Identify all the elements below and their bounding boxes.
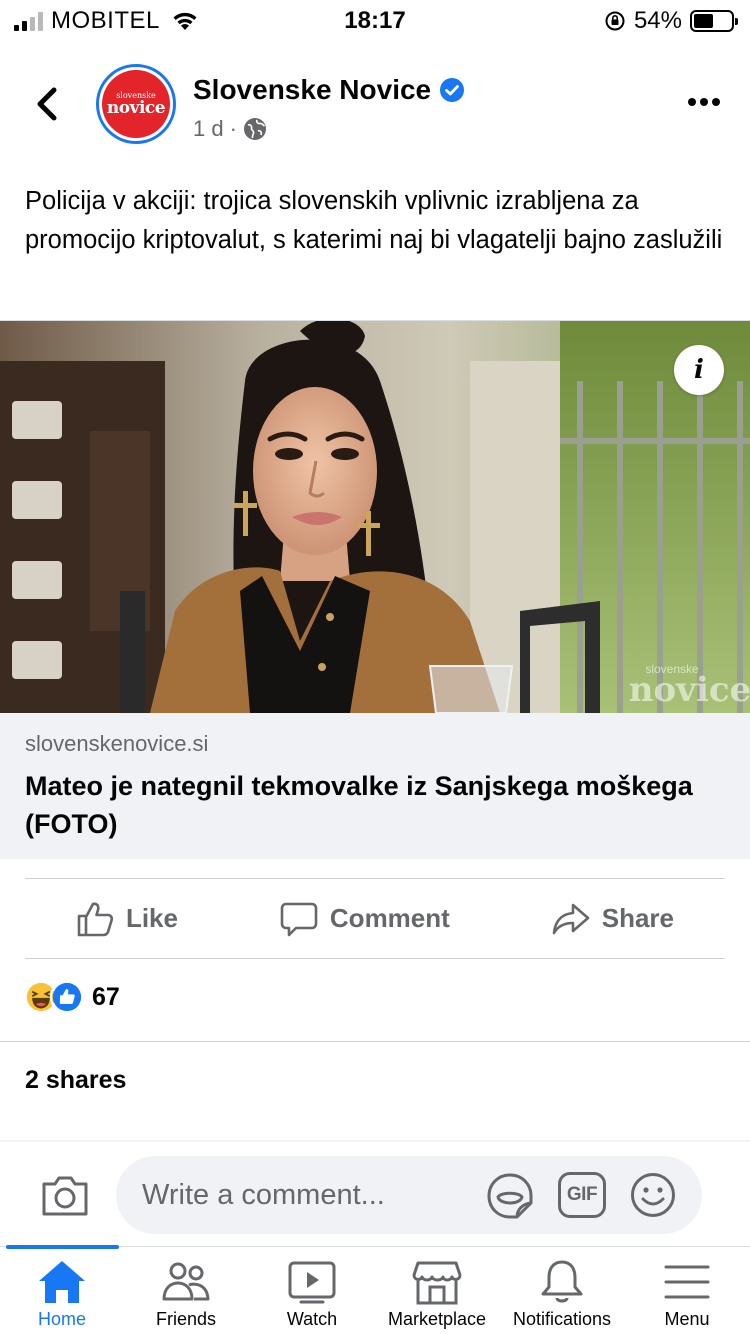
friends-icon — [162, 1262, 210, 1301]
tab-label-menu: Menu — [664, 1309, 710, 1329]
home-icon — [39, 1261, 85, 1303]
post-meta: 1 d · — [193, 116, 267, 142]
battery-percent: 54% — [633, 7, 682, 34]
page-name-row[interactable]: Slovenske Novice — [193, 74, 465, 106]
post-text: Policija v akciji: trojica slovenskih vp… — [25, 187, 723, 254]
link-preview-image[interactable]: slovenske novice i — [0, 321, 750, 713]
thumbs-up-icon — [77, 902, 114, 936]
reaction-count: 67 — [92, 982, 120, 1011]
menu-icon — [664, 1265, 710, 1299]
post-header: slovenske novice Slovenske Novice 1 d · — [0, 60, 750, 150]
gif-button[interactable]: GIF — [558, 1172, 606, 1218]
orientation-lock-icon — [605, 11, 625, 31]
page-logo: slovenske novice — [102, 70, 170, 138]
page-name[interactable]: Slovenske Novice — [193, 74, 431, 106]
share-arrow-icon — [552, 903, 590, 934]
verified-badge-icon — [440, 78, 465, 102]
share-button[interactable]: Share — [552, 900, 674, 938]
tab-notifications[interactable]: Notifications — [505, 1247, 619, 1334]
comment-label: Comment — [329, 903, 450, 933]
link-domain: slovenskenovice.si — [25, 731, 209, 756]
emoji-icon[interactable] — [630, 1172, 676, 1218]
tab-label-marketplace: Marketplace — [387, 1309, 487, 1329]
marketplace-icon — [412, 1261, 462, 1305]
battery-icon — [690, 10, 738, 32]
comment-icon — [280, 902, 318, 936]
post-timestamp[interactable]: 1 d — [193, 116, 224, 142]
article-photo: slovenske novice — [0, 321, 750, 713]
svg-text:novice: novice — [629, 670, 750, 710]
status-bar: MOBITEL 18:17 54% — [0, 0, 750, 40]
tab-label-watch: Watch — [286, 1309, 338, 1329]
globe-icon — [243, 118, 266, 140]
like-reaction-icon — [50, 980, 84, 1014]
sticker-icon[interactable] — [486, 1172, 534, 1220]
back-button[interactable] — [30, 84, 64, 124]
more-options-button[interactable] — [688, 98, 720, 106]
page-avatar[interactable]: slovenske novice — [96, 64, 176, 144]
post-actions: Like Comment Share — [25, 878, 725, 959]
like-label: Like — [125, 903, 178, 933]
link-preview-card[interactable]: slovenske novice i slovenskenovice.si Ma… — [0, 320, 750, 859]
comment-composer: GIF — [0, 1140, 750, 1246]
tab-label-friends: Friends — [155, 1309, 217, 1329]
link-preview-meta[interactable]: slovenskenovice.si Mateo je nategnil tek… — [0, 713, 750, 859]
tab-watch[interactable]: Watch — [262, 1247, 362, 1334]
share-label: Share — [601, 903, 674, 933]
link-title[interactable]: Mateo je nategnil tekmovalke iz Sanjskeg… — [25, 767, 725, 843]
comment-input[interactable] — [116, 1156, 702, 1234]
watch-icon — [288, 1261, 336, 1304]
bell-icon — [541, 1260, 583, 1303]
battery-level — [694, 14, 714, 28]
tab-label-notifications: Notifications — [512, 1309, 612, 1329]
info-icon: i — [694, 355, 704, 385]
meta-separator: · — [229, 116, 237, 141]
status-right: 54% — [604, 7, 738, 35]
bottom-tab-bar: Home Friends Watch Marketplace Notificat… — [0, 1245, 750, 1334]
tab-marketplace[interactable]: Marketplace — [380, 1247, 494, 1334]
tab-friends[interactable]: Friends — [136, 1247, 236, 1334]
shares-count[interactable]: 2 shares — [25, 1066, 126, 1095]
like-button[interactable]: Like — [76, 900, 178, 938]
camera-icon[interactable] — [40, 1172, 90, 1218]
comment-button[interactable]: Comment — [280, 900, 450, 938]
divider — [0, 1041, 750, 1042]
info-button[interactable]: i — [674, 345, 724, 395]
gif-label: GIF — [566, 1184, 598, 1205]
tab-label-home: Home — [37, 1309, 86, 1329]
tab-home[interactable]: Home — [12, 1247, 112, 1334]
tab-menu[interactable]: Menu — [637, 1247, 737, 1334]
reactions-summary[interactable]: 67 — [24, 980, 120, 1014]
